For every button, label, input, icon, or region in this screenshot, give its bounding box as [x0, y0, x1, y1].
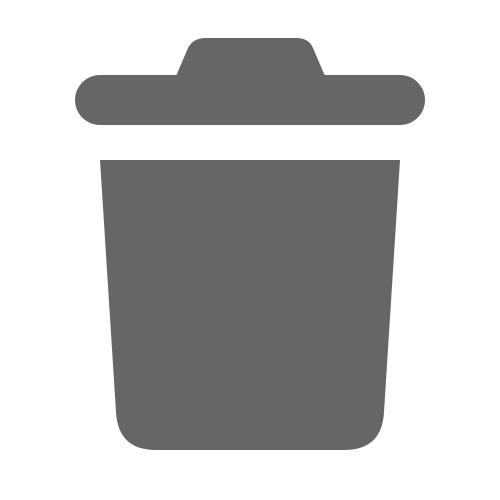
- trash-icon[interactable]: [0, 0, 500, 500]
- trash-lid-bar: [75, 75, 425, 125]
- trash-lid-handle: [176, 38, 325, 76]
- icon-canvas: [0, 0, 500, 500]
- trash-bin-body: [100, 160, 400, 450]
